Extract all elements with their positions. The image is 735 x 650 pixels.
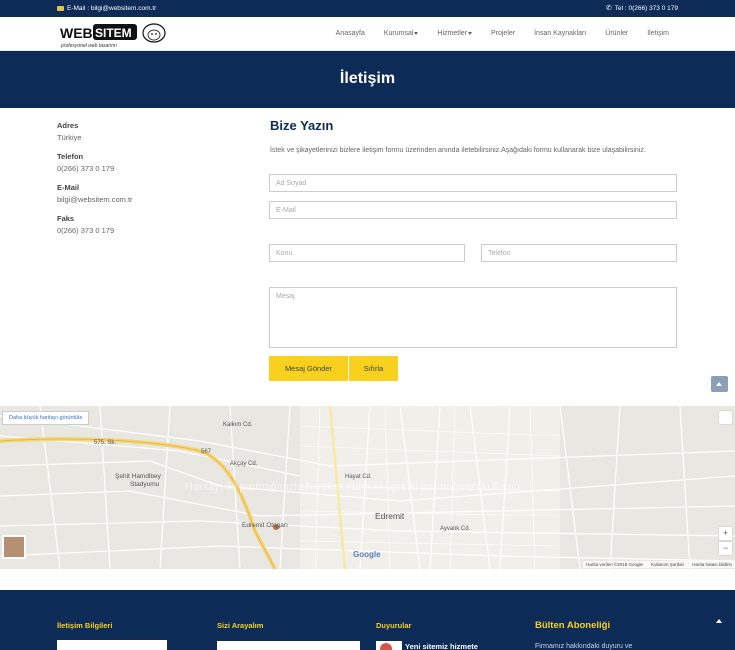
site-footer: İletişim Bilgileri Sizi Arayalım Duyurul… <box>0 590 735 650</box>
map-attribution: Harita verileri ©2018 Google Kullanım Şa… <box>583 561 735 568</box>
topbar-email-text: E-Mail : bilgi@websitem.com.tr <box>67 5 157 12</box>
form-title: Bize Yazın <box>270 118 334 133</box>
address-label: Adres <box>57 121 79 130</box>
page-title: İletişim <box>339 70 396 87</box>
footer-newsletter-title: Bülten Aboneliği <box>535 620 611 631</box>
zoom-out-button[interactable]: − <box>719 542 732 555</box>
logo-tagline: profesyonel web tasarımı <box>60 43 117 49</box>
nav-hizmetler[interactable]: Hizmetler <box>437 30 472 37</box>
logo-sitem-text: SITEM <box>95 26 132 40</box>
email-input[interactable]: E-Mail <box>269 201 677 219</box>
map-label-city: Edremit <box>375 511 405 521</box>
email-label: E-Mail <box>57 183 80 192</box>
caret-down-icon <box>414 31 419 35</box>
map-label-567: 567 <box>201 449 212 455</box>
submit-button[interactable]: Mesaj Gönder <box>269 356 348 381</box>
callback-input[interactable] <box>217 641 360 650</box>
top-bar: E-Mail : bilgi@websitem.com.tr ✆ Tel : 0… <box>0 0 735 17</box>
topbar-phone: ✆ Tel : 0(266) 373 0 179 <box>606 5 678 12</box>
topbar-phone-text: Tel : 0(266) 373 0 179 <box>614 5 678 12</box>
map-attr-data: Harita verileri ©2018 Google <box>586 562 643 567</box>
google-logo: Google <box>353 550 381 559</box>
map-label-otogar: Edremit Otogarı <box>242 522 288 529</box>
zoom-in-button[interactable]: + <box>719 527 732 540</box>
nav-anasayfa[interactable]: Anasayfa <box>336 30 365 37</box>
chevron-up-icon[interactable] <box>715 618 723 624</box>
footer-contact-title: İletişim Bilgileri <box>57 621 113 630</box>
street-view-icon[interactable] <box>719 411 732 424</box>
nav-iletisim[interactable]: İletişim <box>647 30 669 37</box>
page-banner: İletişim <box>0 51 735 108</box>
map-label-stadium-1: Şehit Hamdibey <box>115 473 161 480</box>
contact-info: Adres Türkiye Telefon 0(266) 373 0 179 E… <box>57 121 133 235</box>
phone-value: 0(266) 373 0 179 <box>57 164 115 173</box>
footer-logo[interactable] <box>57 640 167 650</box>
map-label-ayvalik: Ayvalık Cd. <box>440 526 471 532</box>
map-embed[interactable]: Haritayı iki parmağınızla hareket ettirm… <box>0 406 735 569</box>
topbar-email[interactable]: E-Mail : bilgi@websitem.com.tr <box>57 5 156 12</box>
nav-urunler[interactable]: Ürünler <box>605 30 628 37</box>
phone-label: Telefon <box>57 152 84 161</box>
news-item-title[interactable]: Yeni sitemiz hizmete <box>405 642 478 650</box>
main-nav: Anasayfa Kurumsal Hizmetler Projeler İns… <box>317 30 669 37</box>
map-label-stadium-2: Stadyumu <box>130 481 160 488</box>
nav-projeler[interactable]: Projeler <box>491 30 515 37</box>
site-header: WEB SITEM profesyonel web tasarımı Anasa… <box>0 17 735 51</box>
map-label-kalkim: Kalkım Cd. <box>223 422 253 428</box>
map-label-akcay: Akçay Cd. <box>230 461 258 467</box>
map-label-hayat: Hayat Cd. <box>345 474 372 480</box>
nav-hizmetler-label: Hizmetler <box>437 30 467 37</box>
address-value: Türkiye <box>57 133 82 142</box>
nav-insan-kaynaklari[interactable]: İnsan Kaynakları <box>534 30 586 37</box>
envelope-icon <box>57 6 64 11</box>
nav-kurumsal-label: Kurumsal <box>383 30 414 37</box>
reset-button[interactable]: Sıfırla <box>349 356 398 381</box>
name-input[interactable]: Ad Soyad <box>269 174 677 192</box>
scroll-top-button[interactable] <box>711 376 728 392</box>
phone-input[interactable]: Telefon <box>481 244 677 262</box>
subject-input[interactable]: Konu <box>269 244 465 262</box>
logo-web-text: WEB <box>60 25 93 41</box>
sheep-icon <box>142 23 166 43</box>
fax-label: Faks <box>57 214 75 223</box>
map-label-575: 575. Sk. <box>94 440 117 446</box>
larger-map-link[interactable]: Daha büyük haritayı görüntüle <box>2 411 90 425</box>
satellite-toggle[interactable] <box>2 535 26 559</box>
caret-down-icon <box>467 31 472 35</box>
logo[interactable]: WEB SITEM profesyonel web tasarımı <box>60 21 170 49</box>
newsletter-text: Firmamız hakkındaki duyuru ve <box>535 643 633 650</box>
message-textarea[interactable]: Mesaj <box>269 287 677 348</box>
footer-callback-title: Sizi Arayalım <box>217 621 264 630</box>
news-thumbnail[interactable] <box>376 641 402 650</box>
map-report-link[interactable]: Harita hatası bildirin <box>692 562 732 567</box>
map-terms-link[interactable]: Kullanım Şartları <box>651 562 684 567</box>
fax-value: 0(266) 373 0 179 <box>57 226 115 235</box>
phone-icon: ✆ <box>605 5 612 12</box>
form-description: İstek ve şikayetlerinizi bizlere iletişi… <box>270 147 646 154</box>
footer-news-title: Duyurular <box>376 621 412 630</box>
email-value: bilgi@websitem.com.tr <box>57 195 133 204</box>
nav-kurumsal[interactable]: Kurumsal <box>384 30 419 37</box>
map-watermark: Haritayı iki parmağınızla hareket ettirm… <box>185 481 521 493</box>
